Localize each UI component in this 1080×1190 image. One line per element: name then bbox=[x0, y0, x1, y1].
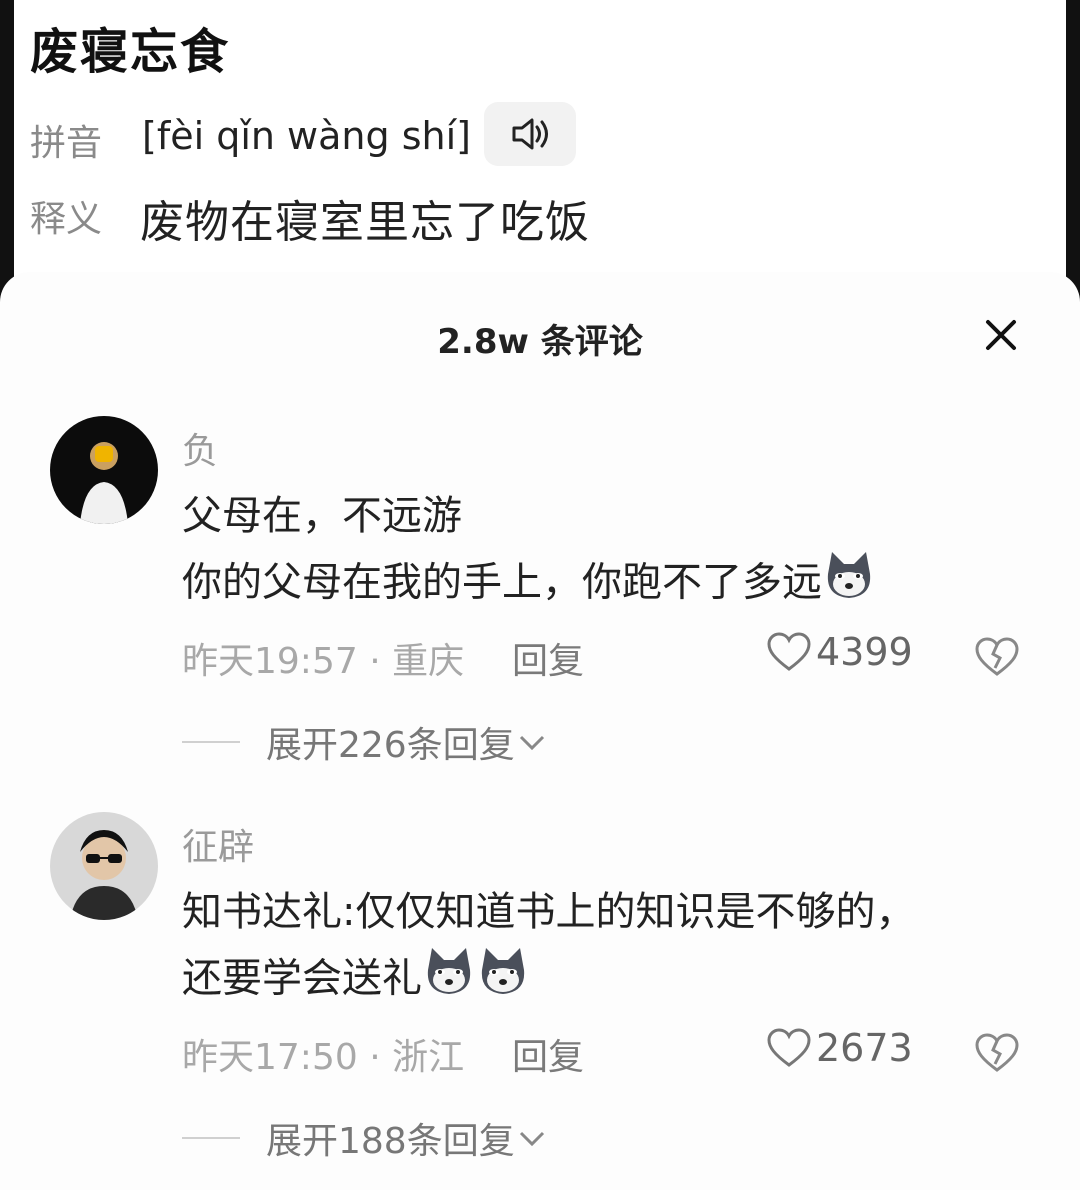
dictionary-card: 废寝忘食 拼音 [fèi qǐn wàng shí] 释义 废物在寝室里忘了吃饭 bbox=[14, 0, 1066, 300]
avatar[interactable] bbox=[50, 812, 158, 920]
speaker-icon bbox=[512, 118, 548, 150]
comment-author[interactable]: 负 bbox=[182, 422, 218, 474]
comment-text-line: 知书达礼:仅仅知道书上的知识是不够的， bbox=[182, 889, 916, 935]
broken-heart-icon bbox=[975, 1033, 1019, 1072]
close-button[interactable] bbox=[978, 312, 1024, 358]
reply-button[interactable]: 回复 bbox=[512, 632, 584, 684]
like-button[interactable]: 2673 bbox=[766, 1026, 913, 1070]
word-title: 废寝忘食 bbox=[30, 24, 231, 80]
pinyin-label: 拼音 bbox=[30, 123, 103, 164]
comment-text-line-2: 你的父母在我的手上，你跑不了多远 bbox=[182, 550, 876, 619]
meaning-text: 废物在寝室里忘了吃饭 bbox=[140, 197, 590, 248]
heart-icon bbox=[767, 1028, 811, 1067]
dislike-button[interactable] bbox=[974, 636, 1020, 682]
like-button[interactable]: 4399 bbox=[766, 630, 913, 674]
chevron-down-icon bbox=[519, 1131, 544, 1147]
chevron-down-icon bbox=[519, 735, 544, 751]
pronounce-button[interactable] bbox=[484, 102, 576, 166]
expand-replies[interactable]: 展开226条回复 bbox=[182, 716, 549, 768]
meaning-label: 释义 bbox=[30, 199, 103, 240]
husky-emoji-icon bbox=[422, 946, 476, 1015]
heart-icon bbox=[767, 632, 811, 671]
expand-replies[interactable]: 展开188条回复 bbox=[182, 1112, 549, 1164]
comment-text-line-2: 还要学会送礼 bbox=[182, 946, 530, 1015]
pinyin-text: [fèi qǐn wàng shí] bbox=[142, 114, 471, 158]
husky-emoji-icon bbox=[822, 550, 876, 619]
like-count: 4399 bbox=[816, 630, 913, 674]
avatar[interactable] bbox=[50, 416, 158, 524]
comment-meta: 昨天19:57 · 重庆 bbox=[182, 641, 465, 682]
like-count: 2673 bbox=[816, 1026, 913, 1070]
husky-emoji-icon bbox=[476, 946, 530, 1015]
comments-sheet: 2.8w 条评论 负 父母在，不远游 你的父母在我的手上，你跑不了多远 昨天19… bbox=[0, 272, 1080, 1190]
close-icon bbox=[986, 320, 1016, 350]
dislike-button[interactable] bbox=[974, 1032, 1020, 1078]
comment-text-line: 父母在，不远游 bbox=[182, 493, 462, 539]
comment-author[interactable]: 征辟 bbox=[182, 818, 254, 870]
broken-heart-icon bbox=[975, 637, 1019, 676]
reply-button[interactable]: 回复 bbox=[512, 1028, 584, 1080]
comments-count-title: 2.8w 条评论 bbox=[437, 322, 643, 362]
comment-meta: 昨天17:50 · 浙江 bbox=[182, 1037, 465, 1078]
